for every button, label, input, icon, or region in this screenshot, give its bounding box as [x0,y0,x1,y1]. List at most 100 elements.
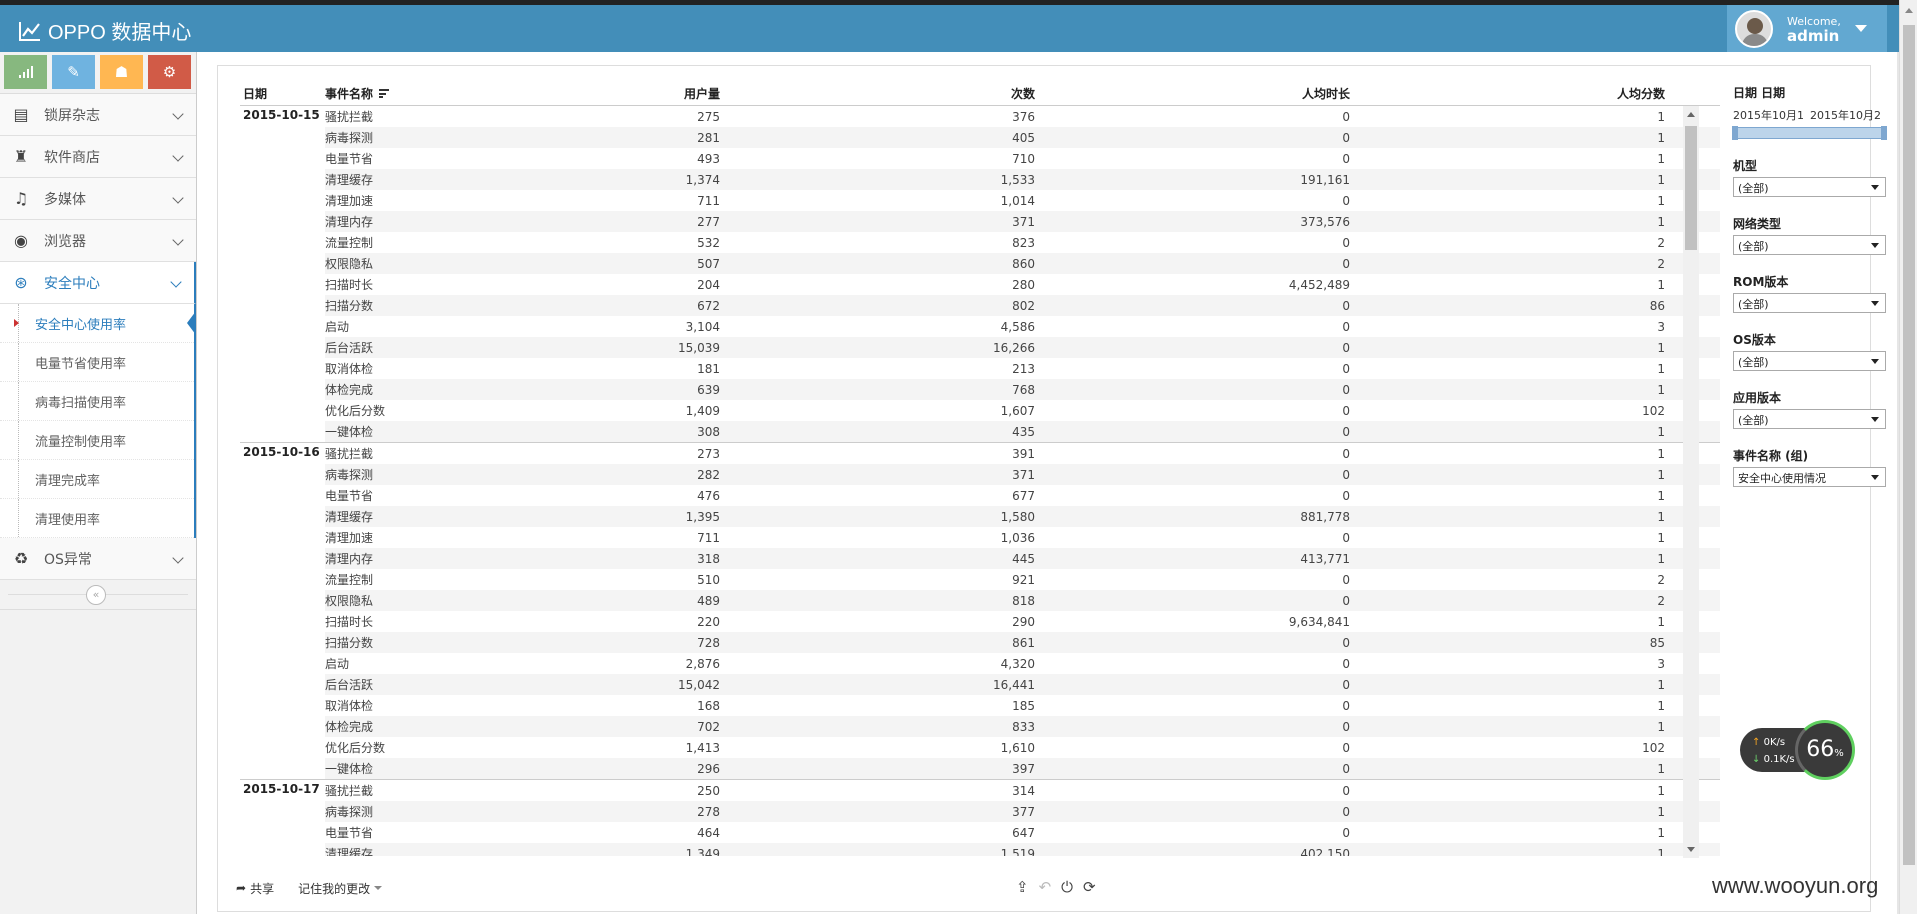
nav-label: 软件商店 [44,149,100,166]
col-avg-score[interactable]: 人均分数 [1350,85,1665,102]
filter-select[interactable]: 安全中心使用情况 [1733,467,1886,487]
table-row[interactable]: 扫描时长 220 290 9,634,841 1 [325,611,1720,632]
table-row[interactable]: 体检完成 702 833 0 1 [325,716,1720,737]
table-row[interactable]: 流量控制 510 921 0 2 [325,569,1720,590]
table-row[interactable]: 清理缓存 1,349 1,519 402,150 1 [325,843,1720,856]
filter-select[interactable]: (全部) [1733,409,1886,429]
col-count[interactable]: 次数 [720,85,1035,102]
date-range-slider[interactable] [1732,126,1887,140]
nav-item-browser[interactable]: ◉ 浏览器 [0,220,196,262]
cell-value: 1 [1657,277,1665,292]
table-row[interactable]: 后台活跃 15,039 16,266 0 1 [325,337,1720,358]
users-button[interactable]: ☗ [100,55,143,89]
table-row[interactable]: 扫描时长 204 280 4,452,489 1 [325,274,1720,295]
cell-value: 4,452,489 [1288,277,1350,292]
table-row[interactable]: 后台活跃 15,042 16,441 0 1 [325,674,1720,695]
scroll-up-icon[interactable] [1905,8,1913,13]
table-row[interactable]: 启动 3,104 4,586 0 3 [325,316,1720,337]
pencil-button[interactable]: ✎ [52,55,95,89]
subitem-label: 病毒扫描使用率 [35,395,127,411]
table-row[interactable]: 骚扰拦截 273 391 0 1 [325,443,1720,464]
double-left-icon[interactable]: « [86,585,106,605]
col-event[interactable]: 事件名称 [325,85,420,102]
slider-handle-right[interactable] [1881,126,1887,140]
table-row[interactable]: 清理内存 318 445 413,771 1 [325,548,1720,569]
subitem-battery-usage[interactable]: 电量节省使用率 [0,343,194,382]
export-icon[interactable]: ⇪ [1016,878,1029,896]
table-row[interactable]: 一键体检 308 435 0 1 [325,421,1720,442]
table-scrollbar[interactable] [1683,106,1699,858]
table-row[interactable]: 取消体检 168 185 0 1 [325,695,1720,716]
undo-icon[interactable]: ↶ [1039,878,1052,896]
nav-item-multimedia[interactable]: ♫ 多媒体 [0,178,196,220]
col-users[interactable]: 用户量 [420,85,720,102]
cell-value: 1,610 [1000,740,1035,755]
refresh-icon[interactable]: ⟳ [1083,878,1096,896]
cell-value: 0 [1342,677,1350,692]
music-icon: ♫ [13,189,29,208]
table-row[interactable]: 电量节省 464 647 0 1 [325,822,1720,843]
subitem-clean-usage[interactable]: 清理使用率 [0,499,194,538]
table-row[interactable]: 取消体检 181 213 0 1 [325,358,1720,379]
table-row[interactable]: 清理加速 711 1,014 0 1 [325,190,1720,211]
col-avg-duration[interactable]: 人均时长 [1035,85,1350,102]
share-button[interactable]: ➦ 共享 [236,880,274,897]
network-speed-widget[interactable]: ↑ 0K/s ↓ 0.1K/s 66% [1740,720,1858,780]
table-row[interactable]: 权限隐私 507 860 0 2 [325,253,1720,274]
speed-unit: K/s [1779,754,1795,765]
cell-value: 445 [1012,551,1035,566]
table-row[interactable]: 清理加速 711 1,036 0 1 [325,527,1720,548]
table-row[interactable]: 电量节省 493 710 0 1 [325,148,1720,169]
table-row[interactable]: 优化后分数 1,413 1,610 0 102 [325,737,1720,758]
table-row[interactable]: 体检完成 639 768 0 1 [325,379,1720,400]
filter-select[interactable]: (全部) [1733,235,1886,255]
filter-select[interactable]: (全部) [1733,351,1886,371]
scroll-up-icon[interactable] [1687,112,1695,117]
subitem-traffic-usage[interactable]: 流量控制使用率 [0,421,194,460]
table-row[interactable]: 清理内存 277 371 373,576 1 [325,211,1720,232]
table-row[interactable]: 电量节省 476 677 0 1 [325,485,1720,506]
signal-button[interactable] [4,55,47,89]
cogs-button[interactable]: ⚙ [148,55,191,89]
cell-value: 273 [697,446,720,461]
subitem-virus-scan-usage[interactable]: 病毒扫描使用率 [0,382,194,421]
cell-value: 1 [1657,109,1665,124]
power-icon[interactable]: ⏻ [1061,878,1073,896]
subitem-security-usage[interactable]: 安全中心使用率 [0,304,196,343]
nav-item-security-center[interactable]: ⊛ 安全中心 [0,262,196,304]
table-row[interactable]: 清理缓存 1,395 1,580 881,778 1 [325,506,1720,527]
cell-value: 0 [1342,698,1350,713]
app-brand[interactable]: OPPO 数据中心 [18,16,191,45]
table-row[interactable]: 骚扰拦截 275 376 0 1 [325,106,1720,127]
sort-icon[interactable] [379,89,390,98]
col-date[interactable]: 日期 [240,85,325,102]
user-menu[interactable]: Welcome, admin [1727,5,1887,52]
table-row[interactable]: 扫描分数 672 802 0 86 [325,295,1720,316]
nav-label: 多媒体 [44,191,86,208]
nav-item-appstore[interactable]: ♜ 软件商店 [0,136,196,178]
table-row[interactable]: 启动 2,876 4,320 0 3 [325,653,1720,674]
chevron-down-icon [172,552,184,564]
table-row[interactable]: 病毒探测 281 405 0 1 [325,127,1720,148]
nav-item-os-exception[interactable]: ♻ OS异常 [0,538,196,580]
table-row[interactable]: 清理缓存 1,374 1,533 191,161 1 [325,169,1720,190]
table-row[interactable]: 一键体检 296 397 0 1 [325,758,1720,779]
table-row[interactable]: 扫描分数 728 861 0 85 [325,632,1720,653]
scroll-thumb[interactable] [1903,25,1915,865]
table-row[interactable]: 骚扰拦截 250 314 0 1 [325,780,1720,801]
filter-select[interactable]: (全部) [1733,293,1886,313]
table-row[interactable]: 优化后分数 1,409 1,607 0 102 [325,400,1720,421]
subitem-clean-complete[interactable]: 清理完成率 [0,460,194,499]
slider-handle-left[interactable] [1732,126,1738,140]
nav-item-lockscreen[interactable]: ▤ 锁屏杂志 [0,94,196,136]
scroll-thumb[interactable] [1685,126,1697,250]
page-scrollbar[interactable] [1899,0,1917,914]
table-row[interactable]: 权限隐私 489 818 0 2 [325,590,1720,611]
table-row[interactable]: 病毒探测 282 371 0 1 [325,464,1720,485]
remember-changes-dropdown[interactable]: 记住我的更改 [298,880,383,897]
cell-value: 1 [1657,551,1665,566]
table-row[interactable]: 流量控制 532 823 0 2 [325,232,1720,253]
scroll-down-icon[interactable] [1687,847,1695,852]
filter-select[interactable]: (全部) [1733,177,1886,197]
table-row[interactable]: 病毒探测 278 377 0 1 [325,801,1720,822]
